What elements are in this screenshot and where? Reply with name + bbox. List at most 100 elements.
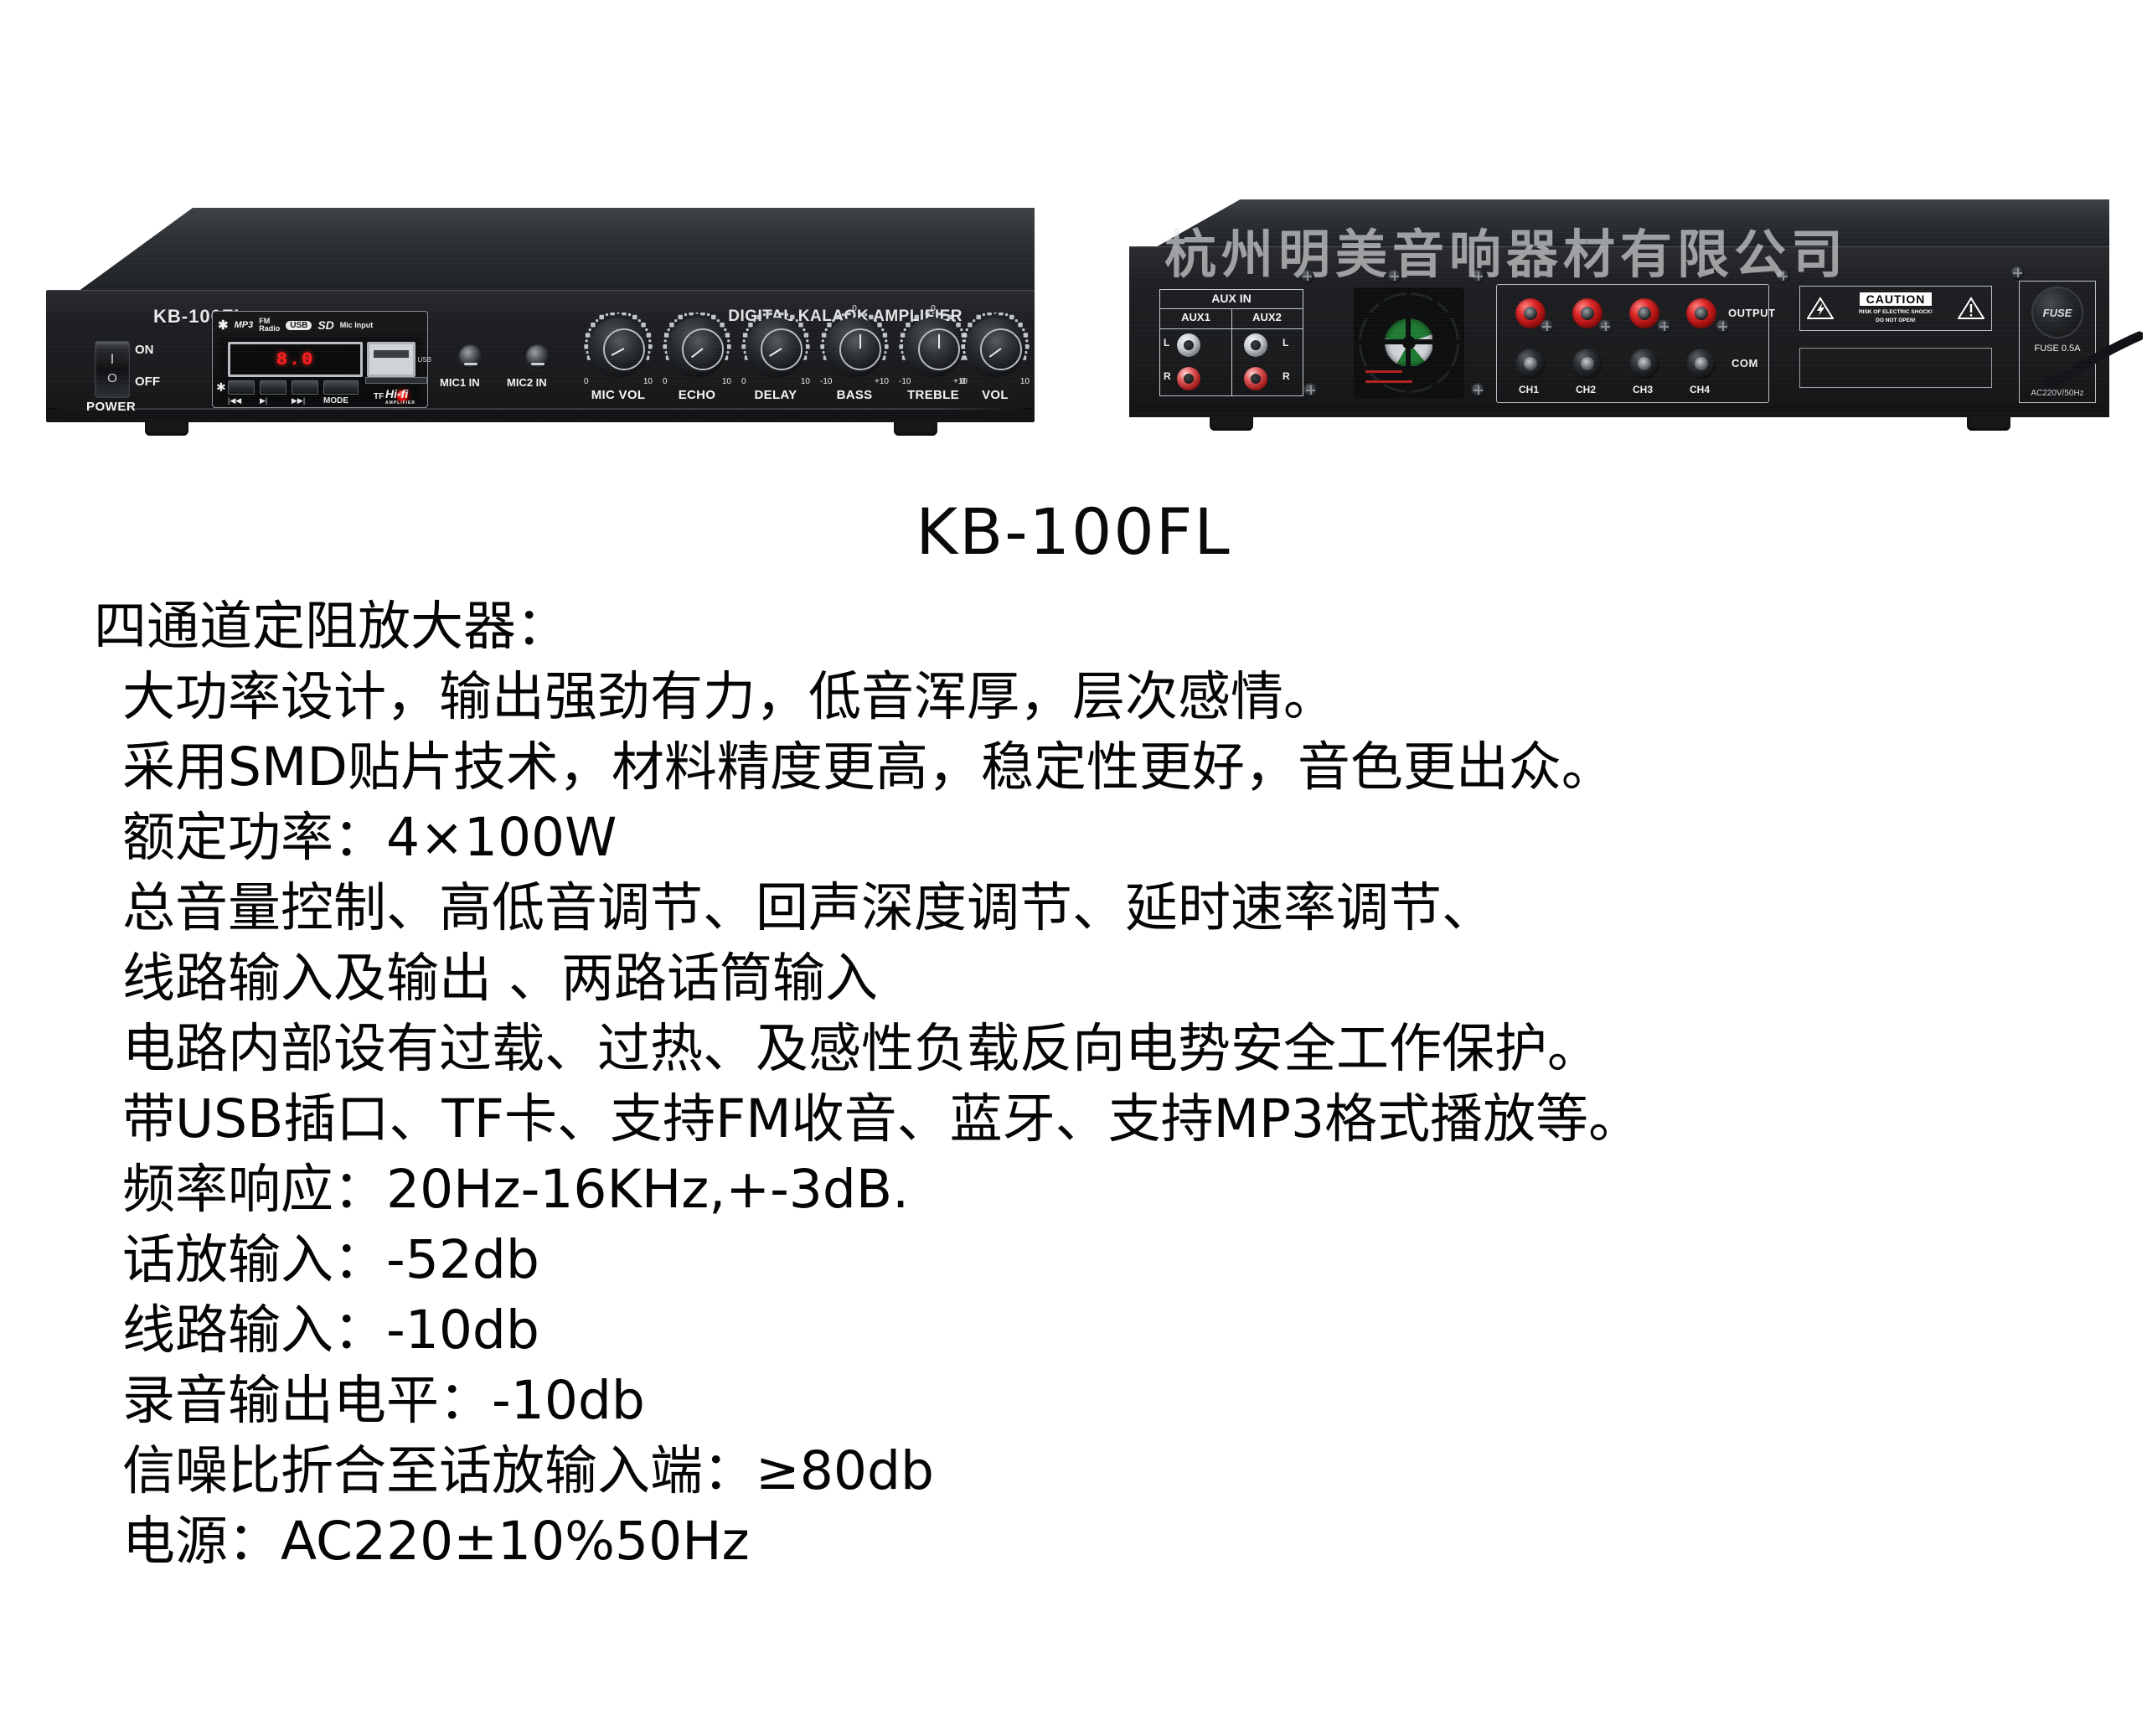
- spec-line: 话放输入：-52db: [122, 1229, 539, 1290]
- aux2-left-rca-jack[interactable]: [1244, 333, 1267, 357]
- volume-knob[interactable]: 0 10 VOL: [959, 310, 1031, 403]
- treble-knob-dial[interactable]: [903, 318, 963, 378]
- aux-divider-vertical: [1231, 308, 1232, 395]
- ch2-label: CH2: [1576, 384, 1597, 395]
- bass-min-label: -10: [820, 377, 833, 386]
- ch4-com-terminal[interactable]: [1686, 349, 1716, 379]
- ch1-output-terminal[interactable]: [1515, 298, 1546, 328]
- ch4-label: CH4: [1690, 384, 1711, 395]
- ch2-output-terminal[interactable]: [1572, 298, 1603, 328]
- aux1-left-rca-jack[interactable]: [1177, 333, 1200, 357]
- tf-card-slot[interactable]: [365, 377, 427, 384]
- volume-knob-cap[interactable]: [980, 328, 1022, 370]
- power-off-label: OFF: [135, 375, 160, 389]
- aux1-right-rca-jack[interactable]: [1177, 367, 1200, 390]
- play-pause-label: ▶|: [260, 396, 268, 405]
- module-feature-icon-row: ✱ MP3 FM Radio USB SD Mic Input: [218, 315, 422, 335]
- next-track-button[interactable]: [292, 380, 318, 395]
- bass-knob-pointer: [859, 334, 861, 349]
- delay-min-label: 0: [741, 377, 746, 386]
- bass-knob-label: BASS: [836, 388, 873, 402]
- ch3-output-terminal[interactable]: [1629, 298, 1659, 328]
- echo-knob[interactable]: 0 10 ECHO: [661, 310, 733, 403]
- caution-line-2: DO NOT OPEN!: [1876, 318, 1916, 323]
- mic2-input-label: MIC2 IN: [507, 376, 547, 389]
- mode-slot[interactable]: MODE: [323, 380, 359, 406]
- echo-knob-pointer: [690, 348, 704, 359]
- ch1-com-terminal[interactable]: [1515, 349, 1546, 379]
- mains-rating-label: AC220V/50Hz: [2031, 389, 2084, 398]
- spec-line: 四通道定阻放大器：: [94, 596, 569, 657]
- ch2-com-terminal[interactable]: [1572, 349, 1603, 379]
- bass-knob[interactable]: 0 -10 +10 BASS: [818, 304, 890, 403]
- volume-max-label: 10: [1019, 377, 1030, 386]
- spec-line: 线路输入：-10db: [122, 1299, 539, 1361]
- caution-title: CAUTION: [1859, 292, 1933, 306]
- echo-knob-cap[interactable]: [682, 328, 724, 370]
- mic-vol-knob[interactable]: 0 10 MIC VOL: [582, 310, 654, 403]
- fan-wire: [1365, 370, 1402, 373]
- spec-line: 频率响应：20Hz-16KHz,+-3dB.: [122, 1159, 910, 1220]
- ch1-label: CH1: [1519, 384, 1540, 395]
- company-watermark: 杭州明美音响器材有限公司: [1164, 224, 1849, 285]
- spec-line: 录音输出电平：-10db: [122, 1370, 645, 1431]
- ch3-com-terminal[interactable]: [1629, 349, 1659, 379]
- mode-button[interactable]: [323, 380, 359, 395]
- mic1-input-jack[interactable]: [458, 344, 483, 369]
- echo-knob-dial[interactable]: [667, 318, 727, 378]
- mp3-bluetooth-module[interactable]: ✱ MP3 FM Radio USB SD Mic Input 8.0 USB …: [212, 311, 431, 408]
- play-pause-slot[interactable]: ▶|: [260, 380, 286, 405]
- mode-label: MODE: [323, 396, 348, 406]
- volume-knob-dial[interactable]: [965, 318, 1025, 378]
- led-display: 8.0: [228, 342, 363, 377]
- previous-track-label: |◀◀: [228, 396, 242, 405]
- usb-port[interactable]: USB: [367, 342, 431, 377]
- delay-knob-label: DELAY: [754, 388, 797, 402]
- front-panel: KB-100FL DIGITAL KALAOK AMPLIFIER I O ON…: [46, 290, 1035, 422]
- aux2-right-rca-jack[interactable]: [1244, 367, 1267, 390]
- module-button-row: |◀◀ ▶| ▶▶| MODE TF Hi-fi AMPLIFIER: [228, 377, 427, 406]
- power-switch-group[interactable]: I O ON OFF POWER: [86, 338, 187, 418]
- power-on-symbol: I: [110, 351, 115, 367]
- play-pause-button[interactable]: [260, 380, 286, 395]
- aux-input-group: AUX IN AUX1 AUX2 L R L R: [1159, 289, 1303, 396]
- previous-track-slot[interactable]: |◀◀: [228, 380, 255, 405]
- ch3-label: CH3: [1633, 384, 1654, 395]
- next-track-slot[interactable]: ▶▶|: [292, 380, 318, 405]
- previous-track-button[interactable]: [228, 380, 255, 395]
- aux-in-title: AUX IN: [1211, 292, 1252, 305]
- bass-knob-dial[interactable]: [824, 318, 885, 378]
- power-off-symbol: O: [107, 371, 117, 385]
- power-on-label: ON: [135, 343, 154, 357]
- treble-knob-pointer: [938, 334, 940, 349]
- bass-knob-cap[interactable]: [839, 328, 881, 370]
- echo-min-label: 0: [663, 377, 668, 386]
- specification-list: 四通道定阻放大器： 大功率设计，输出强劲有力，低音浑厚，层次感情。 采用SMD贴片技…: [94, 592, 2104, 1577]
- fuse-cap-label: FUSE: [2042, 306, 2072, 319]
- delay-knob-cap[interactable]: [761, 328, 803, 370]
- front-foot-left: [145, 421, 188, 436]
- treble-knob-cap[interactable]: [918, 328, 960, 370]
- delay-knob[interactable]: 0 10 DELAY: [740, 310, 812, 403]
- front-panel-divider: [46, 408, 1035, 410]
- mic-input-icon: Mic Input: [339, 321, 374, 329]
- spec-line: 信噪比折合至话放输入端：≥80db: [122, 1440, 934, 1501]
- bluetooth-icon-small: ✱: [216, 380, 226, 394]
- hifi-badge: Hi-fi AMPLIFIER: [385, 387, 415, 406]
- output-label: OUTPUT: [1728, 307, 1776, 319]
- power-rocker-switch[interactable]: I O: [95, 341, 130, 398]
- aux2-right-label: R: [1283, 370, 1290, 382]
- mic-vol-knob-dial[interactable]: [588, 318, 648, 378]
- hifi-sub-text: AMPLIFIER: [385, 400, 415, 406]
- fan-wire: [1365, 380, 1412, 383]
- caution-line-1: RISK OF ELECTRIC SHOCK!: [1858, 308, 1933, 315]
- bluetooth-icon: ✱: [218, 318, 229, 333]
- delay-knob-dial[interactable]: [746, 318, 806, 378]
- mic-vol-knob-cap[interactable]: [603, 328, 645, 370]
- volume-knob-label: VOL: [982, 388, 1009, 402]
- usb-port-label: USB: [417, 356, 431, 364]
- mic2-input-jack[interactable]: [525, 344, 550, 369]
- tf-label: TF: [374, 392, 384, 401]
- spec-line: 额定功率：4×100W: [122, 807, 617, 868]
- ch4-output-terminal[interactable]: [1686, 298, 1716, 328]
